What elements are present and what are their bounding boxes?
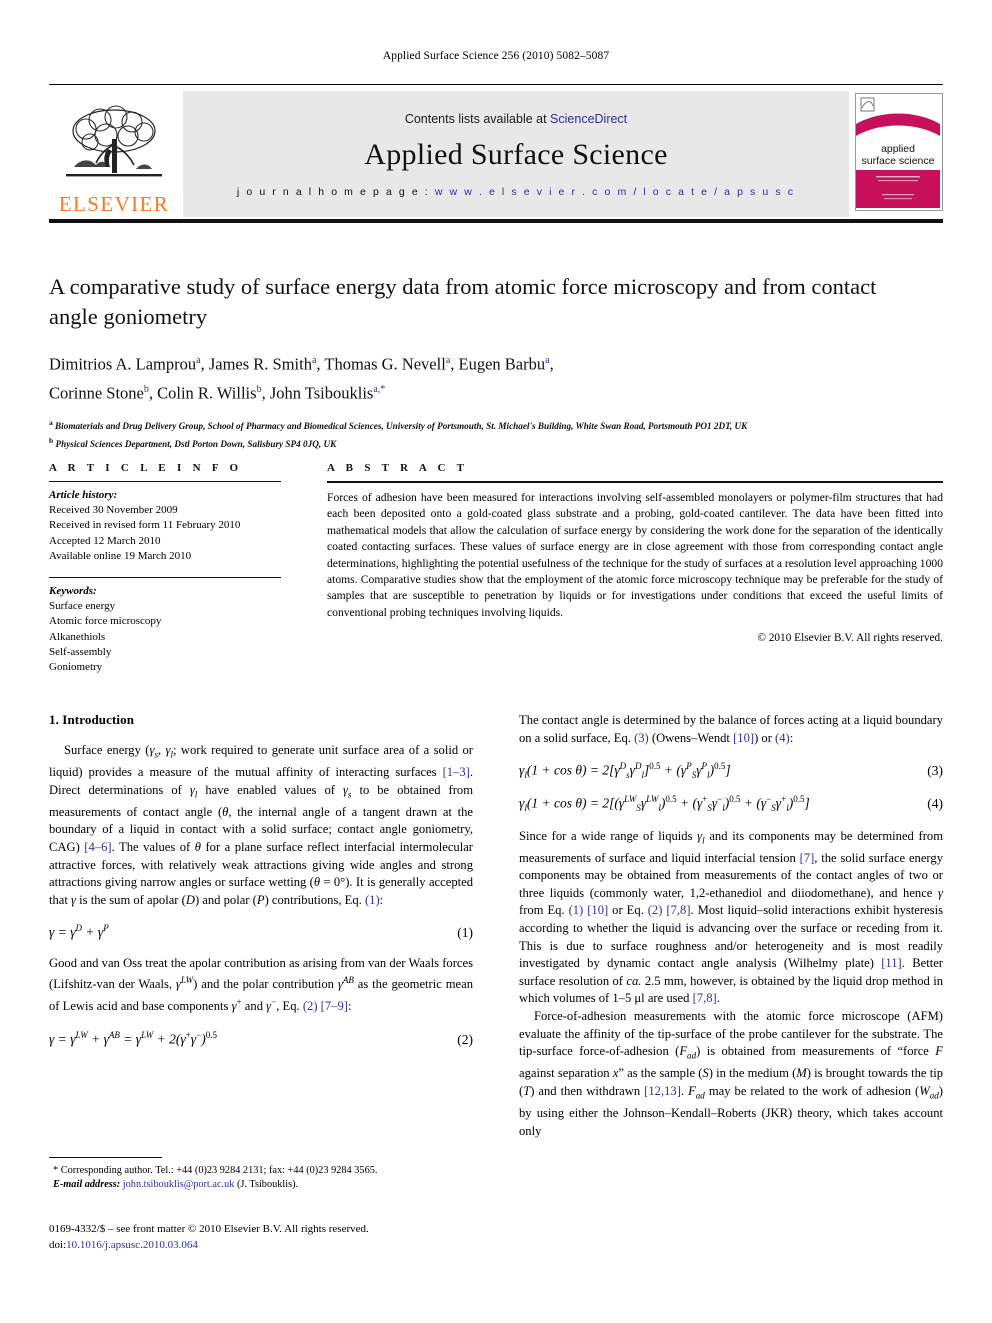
page-footer: 0169-4332/$ – see front matter © 2010 El… [49,1222,549,1253]
history-item: Received in revised form 11 February 201… [49,519,241,532]
body-column-left: 1. Introduction Surface energy (γs, γl; … [49,712,473,1140]
title-block: A comparative study of surface energy da… [49,272,929,451]
equation-3: γl(1 + cos θ) = 2[γDsγDl]0.5 + (γPSγPl)0… [519,761,731,781]
author-list: Dimitrios A. Lamproua, James R. Smitha, … [49,348,929,405]
journal-cover-thumbnail[interactable]: applied surface science [855,93,943,211]
section-heading-introduction: 1. Introduction [49,712,135,727]
article-info-column: A R T I C L E I N F O Article history: R… [49,462,281,675]
keyword-item: Atomic force microscopy [49,615,162,628]
abstract-text: Forces of adhesion have been measured fo… [327,491,943,619]
author-line-1: Dimitrios A. Lamproua, James R. Smitha, … [49,354,554,374]
footnote-line-1: * Corresponding author. Tel.: +44 (0)23 … [53,1165,378,1176]
journal-homepage-url[interactable]: w w w . e l s e v i e r . c o m / l o c … [435,186,795,198]
doi-label: doi: [49,1238,67,1251]
equation-3-row: γl(1 + cos θ) = 2[γDsγDl]0.5 + (γPSγPl)0… [519,761,943,780]
affiliation-a: a Biomaterials and Drug Delivery Group, … [49,418,748,432]
keyword-item: Alkanethiols [49,630,106,643]
footnote-rule [49,1157,162,1158]
email-address-label: E-mail address: [53,1179,121,1190]
equation-4-number: (4) [927,795,943,811]
keyword-item: Self-assembly [49,645,112,658]
paragraph: Surface energy (γs, γl; work required to… [49,743,474,907]
masthead-divider [49,219,943,223]
paragraph: The contact angle is determined by the b… [519,713,943,745]
email-owner: (J. Tsibouklis). [236,1179,299,1190]
doi-line: doi:10.1016/j.apsusc.2010.03.064 [49,1238,549,1254]
footnote-text: * Corresponding author. Tel.: +44 (0)23 … [49,1164,473,1192]
journal-article-page: Applied Surface Science 256 (2010) 5082–… [0,0,992,1323]
abstract-column: A B S T R A C T Forces of adhesion have … [327,462,943,675]
equation-2-number: (2) [457,1031,473,1047]
keywords-block: Keywords: Surface energy Atomic force mi… [49,578,281,675]
keyword-item: Surface energy [49,600,116,613]
email-link[interactable]: john.tsibouklis@port.ac.uk [123,1179,235,1190]
journal-masthead: ELSEVIER Contents lists available at Sci… [49,84,943,223]
contents-lists-line: Contents lists available at ScienceDirec… [405,112,627,126]
equation-2-row: γ = γLW + γAB = γLW + 2(γ+γ−)0.5 (2) [49,1030,473,1048]
journal-band: Contents lists available at ScienceDirec… [183,91,849,217]
equation-1-row: γ = γD + γP (1) [49,923,473,941]
equation-3-number: (3) [927,762,943,778]
article-history-label: Article history: [49,489,118,501]
body-column-right: The contact angle is determined by the b… [519,712,943,1140]
running-head: Applied Surface Science 256 (2010) 5082–… [382,50,610,62]
paragraph: Since for a wide range of liquids γl and… [519,828,943,1006]
elsevier-wordmark: ELSEVIER [58,192,170,216]
journal-homepage-label: j o u r n a l h o m e p a g e : [236,186,435,198]
affiliation-b: b Physical Sciences Department, Dstl Por… [49,435,337,449]
keyword-item: Goniometry [49,661,103,674]
equation-4: γl(1 + cos θ) = 2[(γLWSγLWl)0.5 + (γ+Sγ−… [519,794,810,814]
journal-homepage-line: j o u r n a l h o m e p a g e : w w w . … [237,186,795,198]
info-abstract-row: A R T I C L E I N F O Article history: R… [49,462,943,675]
page-title: A comparative study of surface energy da… [49,274,877,329]
abstract-heading: A B S T R A C T [327,462,469,474]
equation-2: γ = γLW + γAB = γLW + 2(γ+γ−)0.5 [49,1030,217,1047]
elsevier-tree-icon [60,105,168,193]
footnote-email-line: E-mail address: john.tsibouklis@port.ac.… [49,1178,473,1192]
article-info-heading: A R T I C L E I N F O [49,462,243,474]
corresponding-author-footnote: * Corresponding author. Tel.: +44 (0)23 … [49,1157,473,1192]
equation-1-number: (1) [457,924,473,940]
affiliations: a Biomaterials and Drug Delivery Group, … [49,416,929,451]
svg-text:surface science: surface science [862,155,935,167]
author-line-2: Corinne Stoneb, Colin R. Willisb, John T… [49,383,386,402]
keywords-label: Keywords: [49,585,97,598]
equation-1: γ = γD + γP [49,923,109,940]
abstract-copyright: © 2010 Elsevier B.V. All rights reserved… [757,632,943,645]
elsevier-logo[interactable]: ELSEVIER [49,91,179,217]
journal-title: Applied Surface Science [364,138,668,171]
history-item: Available online 19 March 2010 [49,549,192,562]
paragraph: Good and van Oss treat the apolar contri… [49,955,473,1014]
contents-lists-prefix: Contents lists available at [404,112,551,126]
sciencedirect-link[interactable]: ScienceDirect [550,112,627,126]
body-columns: 1. Introduction Surface energy (γs, γl; … [49,712,943,1140]
paragraph: Force-of-adhesion measurements with the … [519,1009,943,1138]
history-item: Accepted 12 March 2010 [49,534,161,547]
article-history-block: Article history: Received 30 November 20… [49,482,281,564]
history-item: Received 30 November 2009 [49,504,178,517]
svg-text:applied: applied [881,143,915,155]
issn-copyright-line: 0169-4332/$ – see front matter © 2010 El… [49,1223,369,1235]
equation-4-row: γl(1 + cos θ) = 2[(γLWSγLWl)0.5 + (γ+Sγ−… [519,794,943,813]
doi-link[interactable]: 10.1016/j.apsusc.2010.03.064 [66,1239,198,1251]
